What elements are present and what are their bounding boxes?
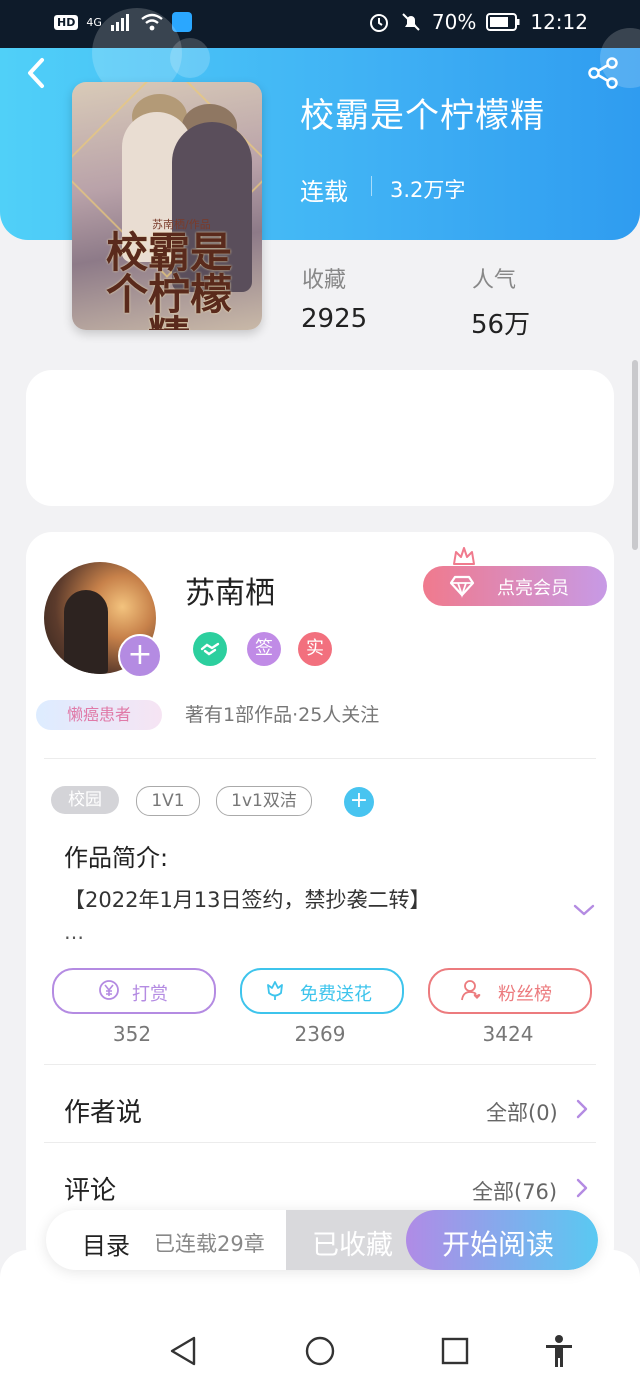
send-flower-button[interactable]: 免费送花 [240,968,404,1014]
favorites-count: 2925 [301,304,368,334]
clock: 12:12 [530,10,588,34]
battery-percent: 70% [431,10,477,34]
flower-icon [267,981,283,1000]
author-notes-title: 作者说 [64,1098,143,1128]
share-icon[interactable] [586,56,620,90]
divider [371,176,372,196]
handshake-icon[interactable] [193,632,227,666]
back-icon[interactable] [22,56,52,90]
intro-ellipsis: … [64,920,84,944]
fans-icon [461,980,481,1001]
comments-link[interactable]: 全部(76) [472,1176,557,1206]
nav-back-icon[interactable] [166,1334,200,1368]
chevron-right-icon[interactable] [574,1177,590,1199]
intro-text: 【2022年1月13日签约，禁抄袭二转】 [64,888,431,912]
divider [44,758,596,759]
scrollbar[interactable] [632,360,638,550]
serial-status: 连载 [300,178,348,206]
collected-label: 已收藏 [312,1230,393,1261]
tip-button[interactable]: 打赏 [52,968,216,1014]
vip-button-label: 点亮会员 [497,578,569,599]
chevron-right-icon[interactable] [574,1098,590,1120]
chevron-down-icon[interactable] [572,898,596,922]
fan-ranking-button[interactable]: 粉丝榜 [428,968,592,1014]
diamond-icon [449,575,475,598]
start-reading-label: 开始阅读 [442,1228,555,1261]
comments-title: 评论 [64,1176,117,1206]
popularity-label: 人气 [472,268,517,293]
table-of-contents-button[interactable]: 目录 [82,1226,130,1261]
hd-indicator: HD [54,14,79,30]
author-title-badge: 懒癌患者 [36,700,162,730]
chapter-count: 已连载29章 [154,1232,265,1256]
signed-badge-icon[interactable]: 签 [247,632,281,666]
vip-button[interactable]: 点亮会员 [423,566,607,606]
divider [44,1142,596,1143]
accessibility-icon[interactable] [542,1334,576,1368]
alarm-icon [369,14,388,32]
battery-icon [486,13,520,31]
author-meta: 著有1部作品·25人关注 [185,704,380,726]
intro-label: 作品简介: [64,844,169,872]
tag-1v1-double-clean[interactable]: 1v1双洁 [216,786,312,816]
divider [44,1064,596,1065]
crown-icon [453,547,475,565]
tip-count: 352 [112,1022,152,1046]
start-reading-button[interactable]: 开始阅读 [406,1210,598,1270]
mute-icon [402,13,420,31]
nav-home-icon[interactable] [303,1334,337,1368]
follow-author-button[interactable]: + [118,634,162,678]
word-count: 3.2万字 [390,178,466,202]
fan-ranking-label: 粉丝榜 [498,984,552,1005]
popularity-count: 56万 [471,310,531,340]
banner-card [26,370,614,506]
reader-bar: 目录 已连载29章 已收藏 开始阅读 [46,1210,598,1270]
fans-count: 3424 [482,1022,534,1046]
book-title: 校霸是个柠檬精 [300,96,545,136]
nav-recents-icon[interactable] [438,1334,472,1368]
yen-icon [99,980,119,1000]
send-flower-label: 免费送花 [300,984,372,1005]
flower-count: 2369 [294,1022,346,1046]
favorites-label: 收藏 [302,268,347,293]
cover-title: 校霸是个柠檬精 [105,228,232,331]
verified-badge-icon[interactable]: 实 [298,632,332,666]
book-cover[interactable]: 苏南栖/作品 校霸是个柠檬精 [72,82,262,330]
author-notes-link[interactable]: 全部(0) [486,1097,558,1127]
tag-campus[interactable]: 校园 [51,786,119,814]
author-name[interactable]: 苏南栖 [185,568,275,612]
tag-1v1[interactable]: 1V1 [136,786,200,816]
add-tag-button[interactable]: + [344,787,374,817]
tip-label: 打赏 [132,984,168,1005]
